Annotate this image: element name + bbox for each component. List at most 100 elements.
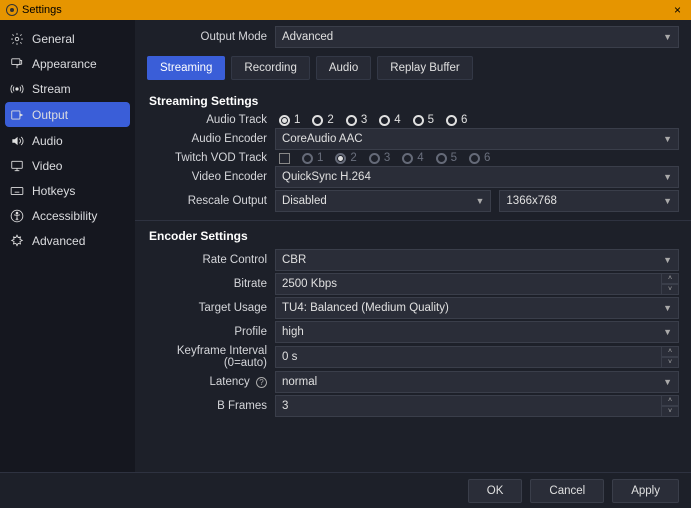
spin-up-icon[interactable]: ˄: [661, 273, 679, 284]
chevron-down-icon: ▼: [663, 172, 672, 182]
streaming-settings-title: Streaming Settings: [149, 94, 679, 108]
cancel-button[interactable]: Cancel: [530, 479, 604, 503]
vodtrack-radio-3: 3: [369, 152, 390, 164]
speaker-icon: [10, 134, 24, 148]
accessibility-icon: [10, 209, 24, 223]
vodtrack-radio-1: 1: [302, 152, 323, 164]
audiotrack-radio-6[interactable]: 6: [446, 114, 467, 126]
bframes-label: B Frames: [147, 400, 267, 412]
keyframe-spinner[interactable]: 0 s ˄ ˅: [275, 346, 679, 368]
sidebar-item-audio[interactable]: Audio: [0, 128, 135, 153]
video-encoder-label: Video Encoder: [147, 171, 267, 183]
window-title: Settings: [22, 4, 62, 16]
tab-recording[interactable]: Recording: [231, 56, 309, 80]
chevron-down-icon: ▼: [663, 377, 672, 387]
tab-audio[interactable]: Audio: [316, 56, 371, 80]
audiotrack-radio-5[interactable]: 5: [413, 114, 434, 126]
video-encoder-select[interactable]: QuickSync H.264 ▼: [275, 166, 679, 188]
encoder-settings-title: Encoder Settings: [149, 229, 679, 243]
output-mode-label: Output Mode: [147, 31, 267, 43]
sidebar-item-video[interactable]: Video: [0, 153, 135, 178]
target-usage-label: Target Usage: [147, 302, 267, 314]
paint-icon: [10, 57, 24, 71]
rate-control-label: Rate Control: [147, 254, 267, 266]
broadcast-icon: [10, 82, 24, 96]
audio-encoder-label: Audio Encoder: [147, 133, 267, 145]
profile-label: Profile: [147, 326, 267, 338]
sidebar-item-appearance[interactable]: Appearance: [0, 51, 135, 76]
sidebar-item-accessibility[interactable]: Accessibility: [0, 203, 135, 228]
chevron-down-icon: ▼: [663, 255, 672, 265]
help-icon[interactable]: ?: [256, 377, 267, 388]
divider: [135, 220, 691, 221]
output-mode-select[interactable]: Advanced ▼: [275, 26, 679, 48]
vodtrack-radio-2: 2: [335, 152, 356, 164]
audiotrack-radio-1[interactable]: 1: [279, 114, 300, 126]
spin-down-icon[interactable]: ˅: [661, 284, 679, 295]
ok-button[interactable]: OK: [468, 479, 523, 503]
audio-encoder-select[interactable]: CoreAudio AAC ▼: [275, 128, 679, 150]
spin-down-icon[interactable]: ˅: [661, 406, 679, 417]
chevron-down-icon: ▼: [663, 32, 672, 42]
sidebar-item-label: Accessibility: [32, 209, 97, 223]
bframes-spinner[interactable]: 3 ˄ ˅: [275, 395, 679, 417]
tab-replay-buffer[interactable]: Replay Buffer: [377, 56, 472, 80]
sidebar-item-stream[interactable]: Stream: [0, 76, 135, 101]
footer: OK Cancel Apply: [0, 472, 691, 508]
keyboard-icon: [10, 184, 24, 198]
settings-scroll[interactable]: Streaming Settings Audio Track 123456 Au…: [135, 86, 691, 472]
chevron-down-icon: ▼: [663, 134, 672, 144]
sidebar-item-label: Audio: [32, 134, 63, 148]
spin-down-icon[interactable]: ˅: [661, 357, 679, 368]
chevron-down-icon: ▼: [475, 196, 484, 206]
keyframe-label: Keyframe Interval (0=auto): [147, 345, 267, 369]
audio-track-label: Audio Track: [147, 114, 267, 126]
rescale-size-select[interactable]: 1366x768 ▼: [499, 190, 679, 212]
vodtrack-radio-4: 4: [402, 152, 423, 164]
sidebar-item-label: Advanced: [32, 234, 85, 248]
target-usage-select[interactable]: TU4: Balanced (Medium Quality) ▼: [275, 297, 679, 319]
audiotrack-radio-3[interactable]: 3: [346, 114, 367, 126]
rate-control-select[interactable]: CBR ▼: [275, 249, 679, 271]
radio-dot-icon: [335, 153, 346, 164]
audio-track-radios: 12 34 56: [275, 114, 467, 126]
sidebar-item-output[interactable]: Output: [5, 102, 130, 127]
sidebar-item-label: Stream: [32, 82, 71, 96]
close-icon[interactable]: ×: [670, 3, 685, 17]
sidebar-item-label: Appearance: [32, 57, 97, 71]
latency-select[interactable]: normal ▼: [275, 371, 679, 393]
spin-up-icon[interactable]: ˄: [661, 395, 679, 406]
app-icon: [6, 4, 18, 16]
radio-dot-icon: [469, 153, 480, 164]
audiotrack-radio-2[interactable]: 2: [312, 114, 333, 126]
sidebar-item-general[interactable]: General: [0, 26, 135, 51]
rescale-label: Rescale Output: [147, 195, 267, 207]
rescale-select[interactable]: Disabled ▼: [275, 190, 491, 212]
latency-label: Latency ?: [147, 376, 267, 388]
tabs: StreamingRecording AudioReplay Buffer: [135, 52, 691, 86]
sidebar-item-advanced[interactable]: Advanced: [0, 228, 135, 253]
vodtrack-radio-6: 6: [469, 152, 490, 164]
radio-dot-icon: [369, 153, 380, 164]
sidebar-item-label: General: [32, 32, 75, 46]
profile-select[interactable]: high ▼: [275, 321, 679, 343]
bitrate-spinner[interactable]: 2500 Kbps ˄ ˅: [275, 273, 679, 295]
radio-dot-icon: [346, 115, 357, 126]
radio-dot-icon: [413, 115, 424, 126]
spin-up-icon[interactable]: ˄: [661, 346, 679, 357]
radio-dot-icon: [379, 115, 390, 126]
apply-button[interactable]: Apply: [612, 479, 679, 503]
bitrate-label: Bitrate: [147, 278, 267, 290]
output-icon: [10, 108, 24, 122]
sidebar-item-label: Hotkeys: [32, 184, 75, 198]
twitch-vod-checkbox[interactable]: [279, 153, 290, 164]
monitor-icon: [10, 159, 24, 173]
radio-dot-icon: [312, 115, 323, 126]
twitch-vod-radios: 123456: [298, 152, 490, 164]
advanced-icon: [10, 234, 24, 248]
sidebar-item-label: Video: [32, 159, 62, 173]
sidebar-item-hotkeys[interactable]: Hotkeys: [0, 178, 135, 203]
audiotrack-radio-4[interactable]: 4: [379, 114, 400, 126]
tab-streaming[interactable]: Streaming: [147, 56, 225, 80]
sidebar-item-label: Output: [32, 108, 68, 122]
